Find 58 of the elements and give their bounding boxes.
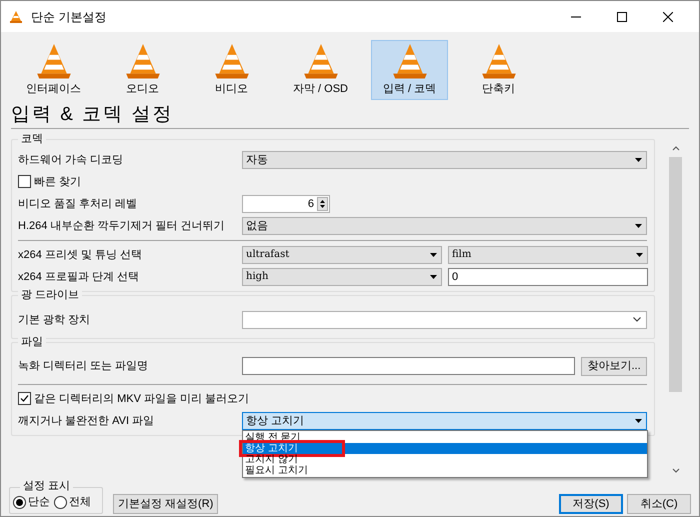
dropdown[interactable]: high (242, 268, 442, 286)
radio-button[interactable]: 전체 (54, 494, 91, 511)
browse-button[interactable]: 찾아보기... (581, 356, 647, 376)
page-heading: 입력 & 코덱 설정 (10, 103, 175, 127)
window-title: 단순 기본설정 (31, 8, 106, 26)
dropdown[interactable]: 없음 (242, 216, 647, 235)
radio-button[interactable]: 단순 (13, 494, 50, 511)
dropdown[interactable]: 자동 (242, 150, 647, 169)
radio-icon (13, 496, 26, 509)
checkbox-icon (18, 392, 31, 406)
group-title: 설정 표시 (20, 479, 74, 493)
scroll-up-icon (672, 144, 680, 151)
group-title: 코덱 (18, 132, 46, 146)
caret-icon (635, 224, 642, 228)
spin-box[interactable]: 6 (242, 194, 330, 213)
dropdown-option[interactable]: 고치지 않기 (243, 454, 647, 465)
category-tab[interactable]: 자막 / OSD (282, 40, 359, 100)
field-label: x264 프로필과 단계 선택 (18, 270, 140, 285)
combo-field[interactable] (242, 310, 647, 329)
group-title: 광 드라이브 (18, 288, 82, 302)
field-label: 하드웨어 가속 디코딩 (18, 152, 124, 168)
field-label: H.264 내부순환 깍두기제거 필터 건너뛰기 (18, 218, 226, 234)
reset-button[interactable]: 기본설정 재설정(R) (113, 494, 218, 514)
cone-icon (9, 10, 23, 24)
radio-icon (54, 496, 67, 509)
dialog-button[interactable]: 저장(S) (559, 494, 623, 514)
dropdown-option[interactable]: 필요시 고치기 (243, 464, 647, 476)
field-label: 깨지거나 불완전한 AVI 파일 (18, 414, 156, 429)
maximize-icon (617, 12, 627, 22)
spin-arrows-icon[interactable] (317, 196, 328, 211)
dropdown[interactable]: ultrafast (242, 246, 442, 264)
field-label: 녹화 디렉터리 또는 파일명 (18, 359, 150, 374)
category-tab[interactable]: 비디오 (193, 40, 270, 100)
input-field[interactable]: 0 (448, 268, 648, 286)
close-icon (663, 12, 673, 22)
checkbox-icon (18, 175, 31, 188)
category-tab[interactable]: 단축키 (460, 40, 537, 100)
field-label: x264 프리셋 및 튜닝 선택 (18, 248, 144, 263)
category-tab[interactable]: 인터페이스 (15, 40, 92, 100)
dropdown[interactable]: film (448, 246, 648, 264)
field-label: 기본 광학 장치 (18, 312, 92, 328)
checkbox[interactable]: 빠른 찾기 (18, 174, 82, 190)
input-field[interactable] (242, 357, 576, 376)
caret-icon (635, 158, 642, 162)
caret-icon (636, 252, 643, 257)
caret-icon (430, 252, 437, 257)
dialog-button[interactable]: 취소(C) (627, 494, 691, 514)
caret-icon (430, 274, 437, 279)
caret-icon (635, 418, 642, 423)
scrollbar-thumb[interactable] (669, 156, 682, 392)
field-label: 비디오 품질 후처리 레벨 (18, 196, 138, 212)
scroll-down-icon (672, 468, 680, 474)
dropdown[interactable]: 항상 고치기 (242, 412, 647, 430)
checkbox[interactable]: 같은 디렉터리의 MKV 파일을 미리 불러오기 (18, 390, 250, 408)
group-title: 파일 (18, 334, 46, 349)
chevron-icon (633, 317, 641, 322)
category-tab[interactable]: 오디오 (104, 40, 181, 100)
category-tab[interactable]: 입력 / 코덱 (371, 40, 448, 100)
